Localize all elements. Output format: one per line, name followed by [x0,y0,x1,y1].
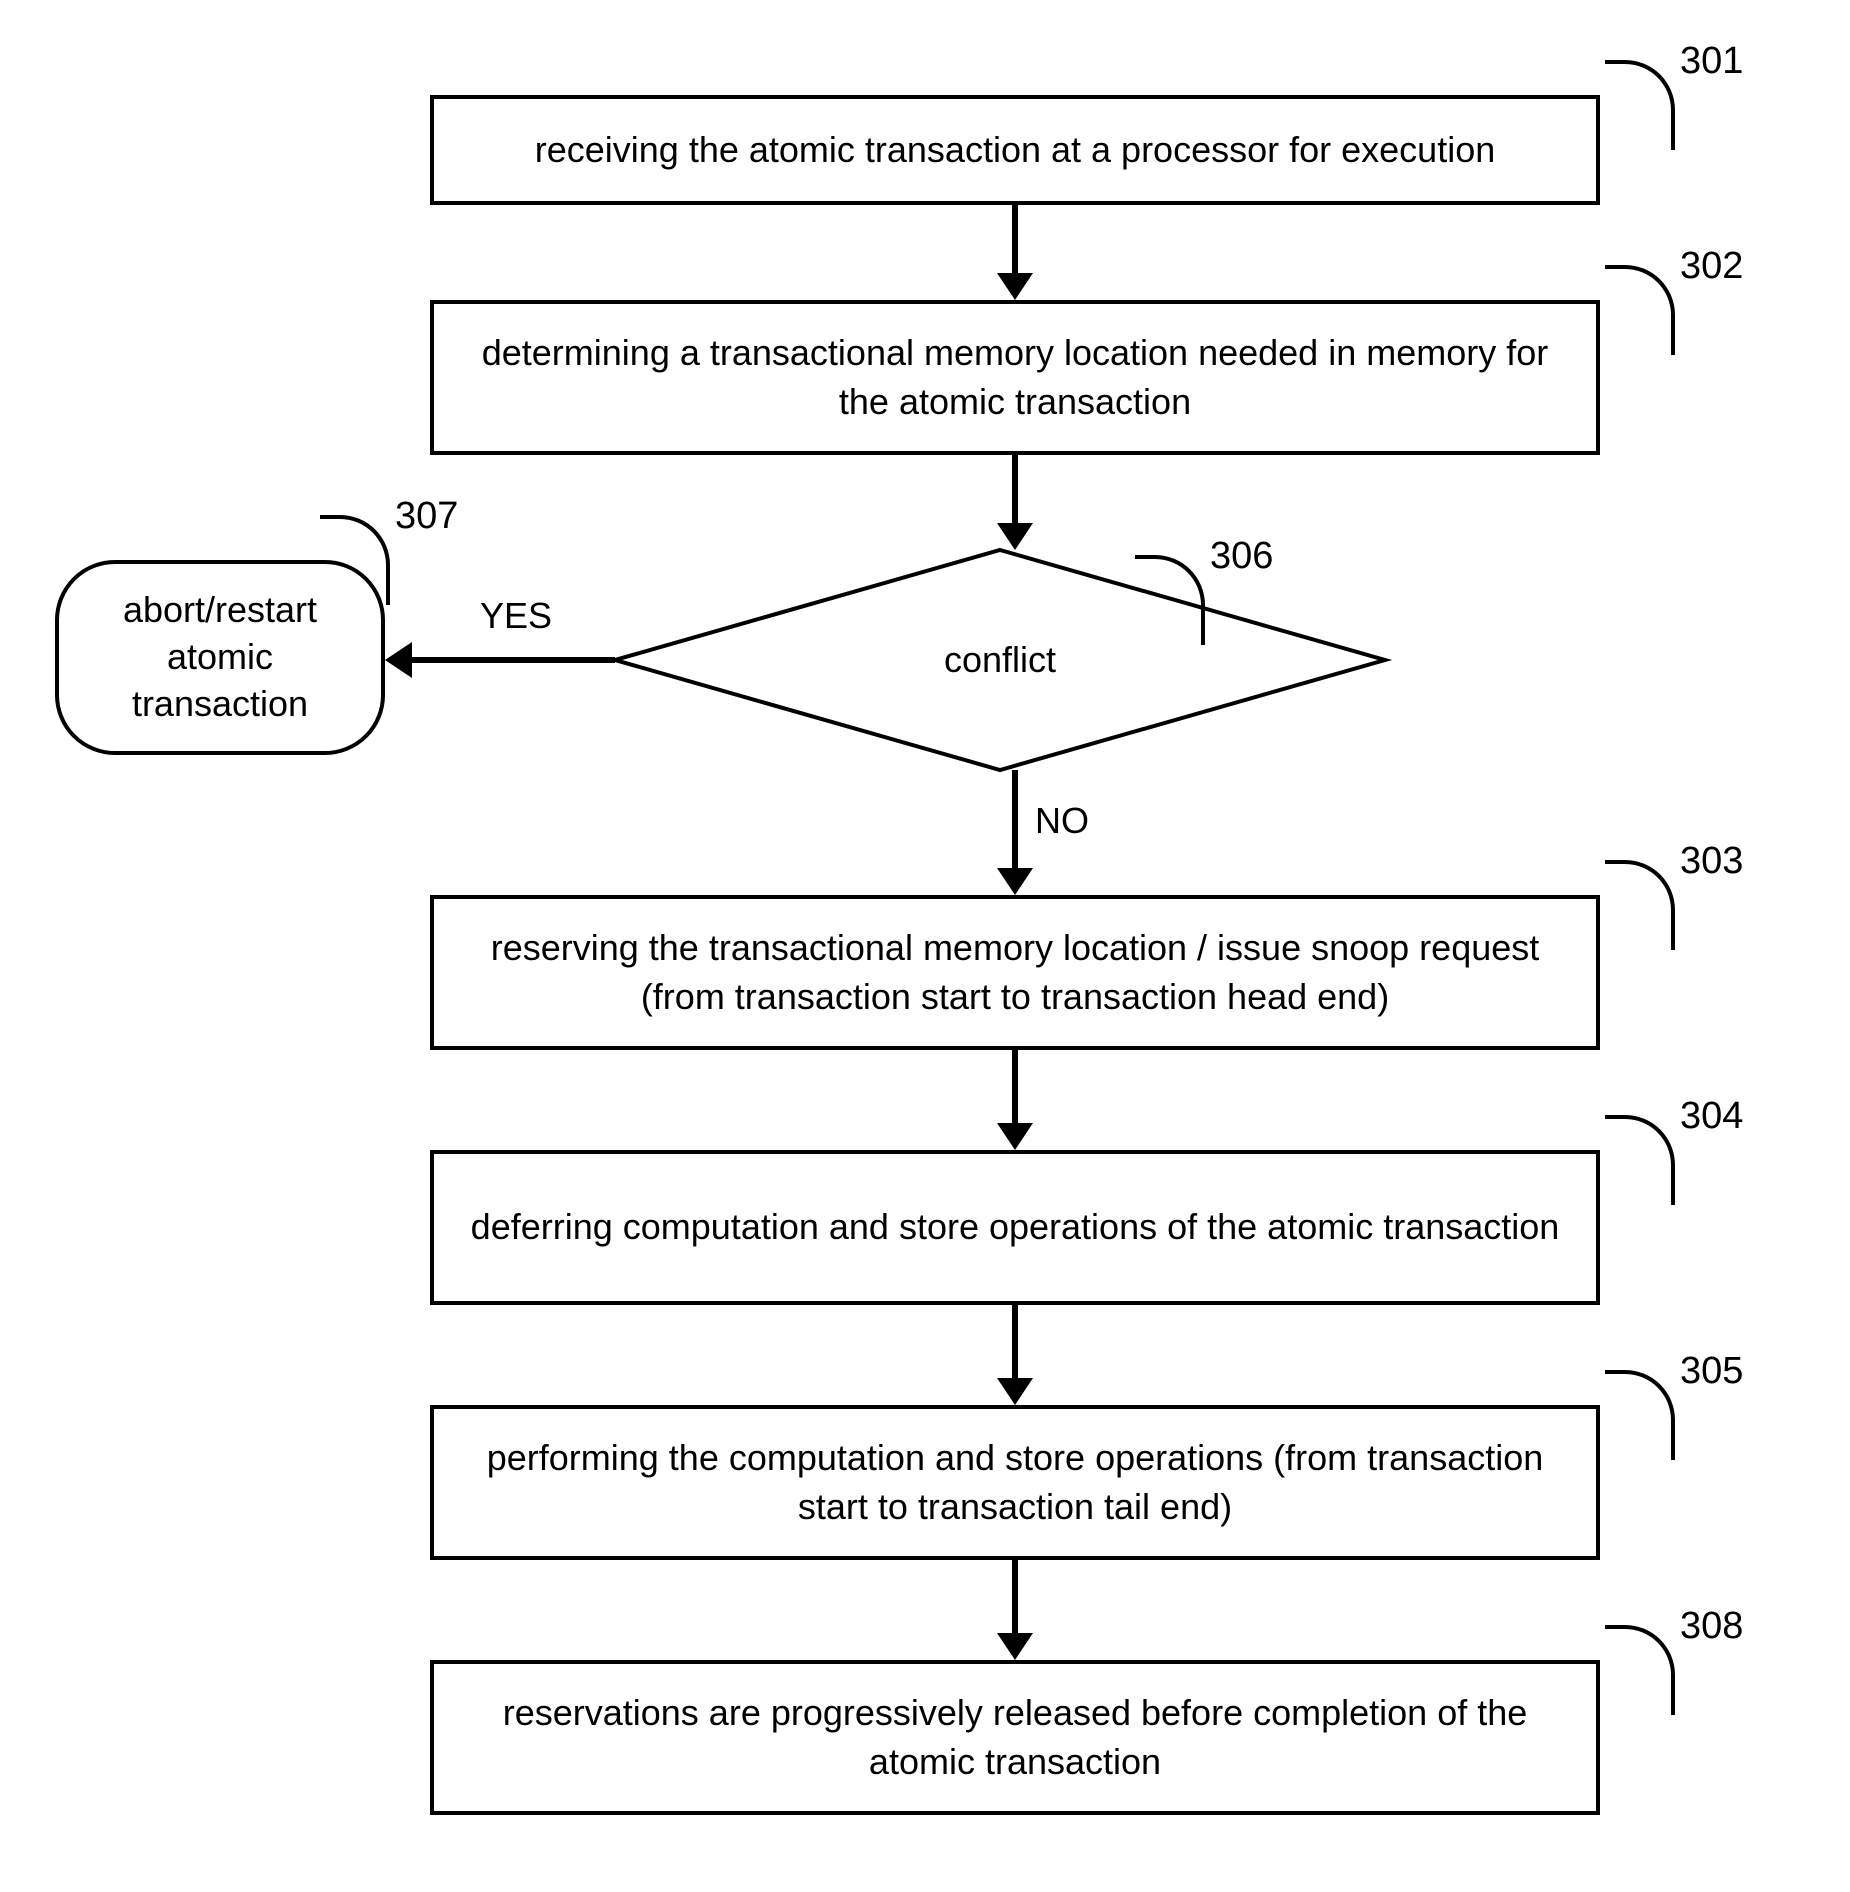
ref-label-301: 301 [1680,40,1743,83]
arrow-306-307 [385,630,620,690]
process-box-301: receiving the atomic transaction at a pr… [430,95,1600,205]
decision-label: conflict [944,639,1056,681]
process-text: receiving the atomic transaction at a pr… [535,126,1496,175]
process-text: performing the computation and store ope… [464,1434,1566,1531]
process-text: determining a transactional memory locat… [464,329,1566,426]
ref-curve-308 [1605,1625,1675,1715]
ref-label-303: 303 [1680,840,1743,883]
ref-label-307: 307 [395,495,458,538]
ref-curve-305 [1605,1370,1675,1460]
arrow-302-306 [985,455,1045,555]
ref-curve-302 [1605,265,1675,355]
ref-curve-301 [1605,60,1675,150]
terminator-text: abort/restart atomic transaction [79,587,361,727]
process-box-304: deferring computation and store operatio… [430,1150,1600,1305]
decision-text: conflict [610,545,1390,775]
ref-label-306: 306 [1210,535,1273,578]
process-text: reserving the transactional memory locat… [464,924,1566,1021]
arrow-304-305 [985,1305,1045,1410]
ref-label-302: 302 [1680,245,1743,288]
process-box-303: reserving the transactional memory locat… [430,895,1600,1050]
process-text: deferring computation and store operatio… [471,1203,1560,1252]
edge-label-no: NO [1035,800,1089,842]
ref-label-304: 304 [1680,1095,1743,1138]
process-box-308: reservations are progressively released … [430,1660,1600,1815]
arrow-301-302 [985,205,1045,305]
arrow-305-308 [985,1560,1045,1665]
ref-curve-303 [1605,860,1675,950]
process-box-302: determining a transactional memory locat… [430,300,1600,455]
ref-label-308: 308 [1680,1605,1743,1648]
arrow-303-304 [985,1050,1045,1155]
ref-label-305: 305 [1680,1350,1743,1393]
process-text: reservations are progressively released … [464,1689,1566,1786]
process-box-305: performing the computation and store ope… [430,1405,1600,1560]
ref-curve-304 [1605,1115,1675,1205]
ref-curve-307 [320,515,390,605]
edge-label-yes: YES [480,595,552,637]
